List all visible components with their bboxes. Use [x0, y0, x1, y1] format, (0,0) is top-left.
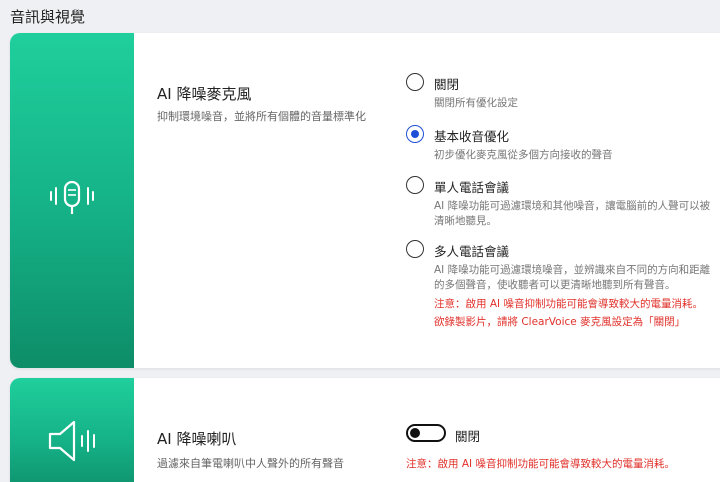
mic-warning: 注意：啟用 AI 噪音抑制功能可能會導致較大的電量消耗。 欲錄製影片，請將 Cl… — [434, 295, 720, 331]
radio-basic[interactable] — [406, 125, 424, 143]
radio-off[interactable] — [406, 73, 424, 91]
option-description: AI 降噪功能可過濾環境和其他噪音，讓電腦前的人聲可以被清晰地聽見。 — [434, 200, 711, 227]
mic-card: AI 降噪麥克風 抑制環境噪音，並將所有個體的音量標準化 關閉 關閉所有優化設定… — [10, 33, 720, 368]
speaker-description: 過濾來自筆電喇叭中人聲外的所有聲音 — [157, 457, 344, 470]
speaker-warning: 注意：啟用 AI 噪音抑制功能可能會導致較大的電量消耗。 — [406, 458, 675, 470]
mic-description: 抑制環境噪音，並將所有個體的音量標準化 — [157, 110, 366, 123]
mic-warning-line-1: 注意：啟用 AI 噪音抑制功能可能會導致較大的電量消耗。 — [434, 298, 703, 310]
microphone-icon — [50, 180, 94, 214]
option-label: 多人電話會議 — [434, 244, 510, 259]
section-title: 音訊與視覺 — [10, 8, 86, 26]
speaker-icon — [48, 420, 95, 462]
option-description: 關閉所有優化設定 — [434, 97, 518, 109]
option-description: AI 降噪功能可過濾環境噪音，並辨識來自不同的方向和距離的多個聲音，使收聽者可以… — [434, 264, 711, 291]
speaker-side-panel — [10, 378, 134, 482]
speaker-toggle[interactable] — [406, 424, 446, 442]
radio-single-call[interactable] — [406, 176, 424, 194]
mic-title: AI 降噪麥克風 — [157, 85, 252, 103]
option-label: 基本收音優化 — [434, 129, 510, 144]
radio-multi-call[interactable] — [406, 240, 424, 258]
speaker-card: AI 降噪喇叭 過濾來自筆電喇叭中人聲外的所有聲音 關閉 注意：啟用 AI 噪音… — [10, 378, 720, 482]
mic-side-panel — [10, 33, 134, 368]
speaker-toggle-label: 關閉 — [455, 429, 481, 444]
option-label: 單人電話會議 — [434, 180, 510, 195]
mic-warning-line-2: 欲錄製影片，請將 ClearVoice 麥克風設定為「關閉」 — [434, 316, 686, 328]
speaker-title: AI 降噪喇叭 — [157, 430, 237, 448]
option-description: 初步優化麥克風從多個方向接收的聲音 — [434, 149, 613, 161]
option-label: 關閉 — [434, 77, 460, 92]
